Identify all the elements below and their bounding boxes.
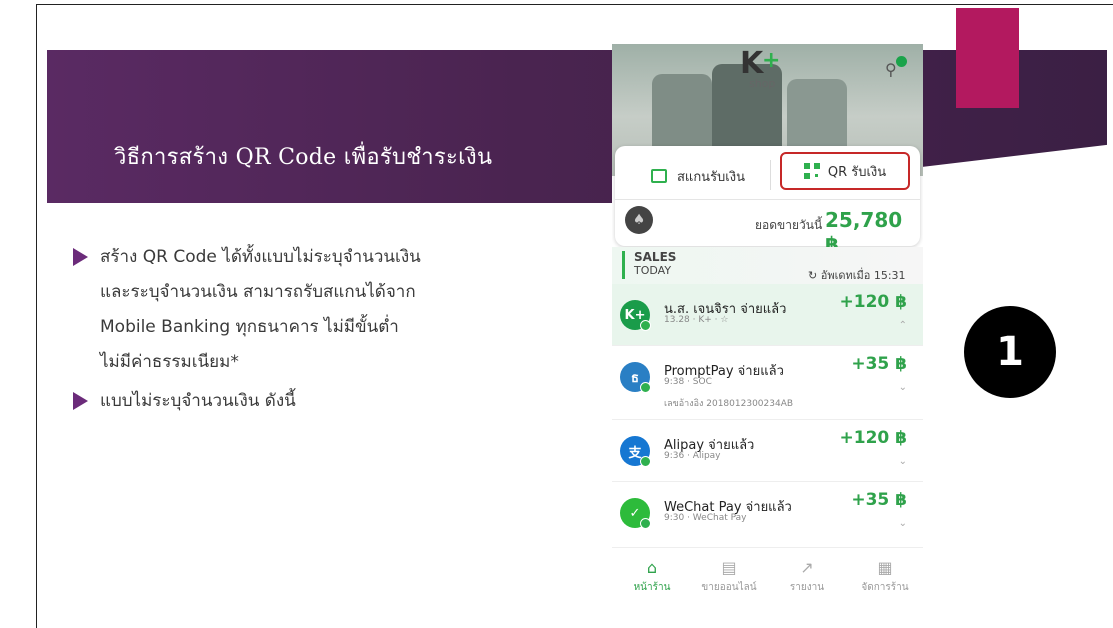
- bullet-text: สร้าง QR Code ได้ทั้งแบบไม่ระบุจำนวนเงิน…: [100, 247, 421, 372]
- kplus-logo-sub: shop: [749, 77, 776, 90]
- phone-screenshot: K + shop ⚲ สแกนรับเงิน QR รับเงิน ♠ ยอดข…: [612, 44, 923, 606]
- qr-code-icon: [803, 163, 820, 179]
- step-number-badge: 1: [964, 306, 1056, 398]
- online-shop-icon: ▤: [721, 558, 737, 577]
- transaction-amount: +35 ฿: [851, 490, 907, 510]
- scan-to-receive-button[interactable]: สแกนรับเงิน: [623, 156, 773, 196]
- transaction-item[interactable]: ✓ WeChat Pay จ่ายแล้ว 9:30 · WeChat Pay …: [612, 482, 923, 548]
- bottom-tab-bar: ⌂ หน้าร้าน ▤ ขายออนไลน์ ↗ รายงาน ▦ จัดกา…: [612, 548, 923, 606]
- scan-label: สแกนรับเงิน: [677, 169, 745, 185]
- tab-manage-store[interactable]: ▦ จัดการร้าน: [850, 558, 920, 595]
- kplus-logo-plus: +: [762, 48, 781, 73]
- home-icon: ⌂: [646, 558, 658, 577]
- updated-time: ↻ อัพเดทเมื่อ 15:31: [808, 269, 906, 282]
- chevron-up-icon[interactable]: ⌃: [899, 320, 907, 331]
- store-manage-icon: ▦: [877, 558, 893, 577]
- sales-header-sub: TODAY: [634, 264, 672, 277]
- tab-label: ขายออนไลน์: [701, 582, 757, 593]
- sales-header-title: SALES: [634, 250, 677, 264]
- qr-label: QR รับเงิน: [827, 164, 887, 180]
- presentation-slide: วิธีการสร้าง QR Code เพื่อรับชำระเงิน สร…: [0, 0, 1113, 628]
- tab-reports[interactable]: ↗ รายงาน: [772, 558, 842, 595]
- tab-storefront[interactable]: ⌂ หน้าร้าน: [617, 558, 687, 595]
- report-icon: ↗: [800, 558, 814, 577]
- transaction-meta: 9:38 · SOC: [664, 377, 712, 387]
- transaction-item[interactable]: 支 Alipay จ่ายแล้ว 9:36 · Alipay +120 ฿ ⌄: [612, 420, 923, 482]
- transaction-amount: +120 ฿: [839, 292, 907, 312]
- store-avatar[interactable]: ♠: [625, 206, 653, 234]
- accent-block: [956, 8, 1019, 108]
- lightbulb-icon[interactable]: ⚲: [885, 60, 897, 79]
- paid-check-icon: [640, 518, 651, 529]
- divider: [770, 160, 771, 190]
- sales-today-label: ยอดขายวันนี้: [755, 218, 823, 232]
- qr-receive-button[interactable]: QR รับเงิน: [780, 152, 910, 190]
- sales-header-accent: [622, 251, 625, 279]
- notification-dot-icon: [896, 56, 907, 67]
- slide-title: วิธีการสร้าง QR Code เพื่อรับชำระเงิน: [114, 145, 493, 170]
- chevron-down-icon[interactable]: ⌄: [899, 456, 907, 467]
- kplus-logo: K: [740, 46, 764, 81]
- scan-icon: [651, 169, 667, 183]
- bullet-item: สร้าง QR Code ได้ทั้งแบบไม่ระบุจำนวนเงิน…: [73, 240, 433, 380]
- sales-header: SALES TODAY ↻ อัพเดทเมื่อ 15:31: [612, 247, 923, 284]
- bullet-item: แบบไม่ระบุจำนวนเงิน ดังนี้: [73, 384, 433, 419]
- transaction-item[interactable]: ธ PromptPay จ่ายแล้ว 9:38 · SOC เลขอ้างอ…: [612, 346, 923, 420]
- divider: [615, 199, 920, 200]
- tab-label: หน้าร้าน: [633, 582, 671, 593]
- paid-check-icon: [640, 456, 651, 467]
- bullet-text: แบบไม่ระบุจำนวนเงิน ดังนี้: [100, 391, 296, 411]
- action-card: สแกนรับเงิน QR รับเงิน ♠ ยอดขายวันนี้ 25…: [615, 146, 920, 256]
- chevron-down-icon[interactable]: ⌄: [899, 518, 907, 529]
- transaction-amount: +35 ฿: [851, 354, 907, 374]
- transaction-reference: เลขอ้างอิง 2018012300234AB: [664, 399, 794, 409]
- paid-check-icon: [640, 320, 651, 331]
- transaction-meta: 9:30 · WeChat Pay: [664, 513, 747, 523]
- paid-check-icon: [640, 382, 651, 393]
- bullet-list: สร้าง QR Code ได้ทั้งแบบไม่ระบุจำนวนเงิน…: [73, 240, 433, 423]
- transaction-meta: 9:36 · Alipay: [664, 451, 721, 461]
- updated-label: อัพเดทเมื่อ 15:31: [820, 269, 906, 282]
- transaction-item[interactable]: K+ น.ส. เจนจิรา จ่ายแล้ว 13.28 · K+ · ☆ …: [612, 284, 923, 346]
- bullet-arrow-icon: [73, 392, 88, 410]
- tab-online-sales[interactable]: ▤ ขายออนไลน์: [694, 558, 764, 595]
- chevron-down-icon[interactable]: ⌄: [899, 382, 907, 393]
- tab-label: จัดการร้าน: [861, 582, 909, 593]
- transaction-meta: 13.28 · K+ · ☆: [664, 315, 729, 325]
- transaction-amount: +120 ฿: [839, 428, 907, 448]
- bullet-arrow-icon: [73, 248, 88, 266]
- tab-label: รายงาน: [789, 582, 825, 593]
